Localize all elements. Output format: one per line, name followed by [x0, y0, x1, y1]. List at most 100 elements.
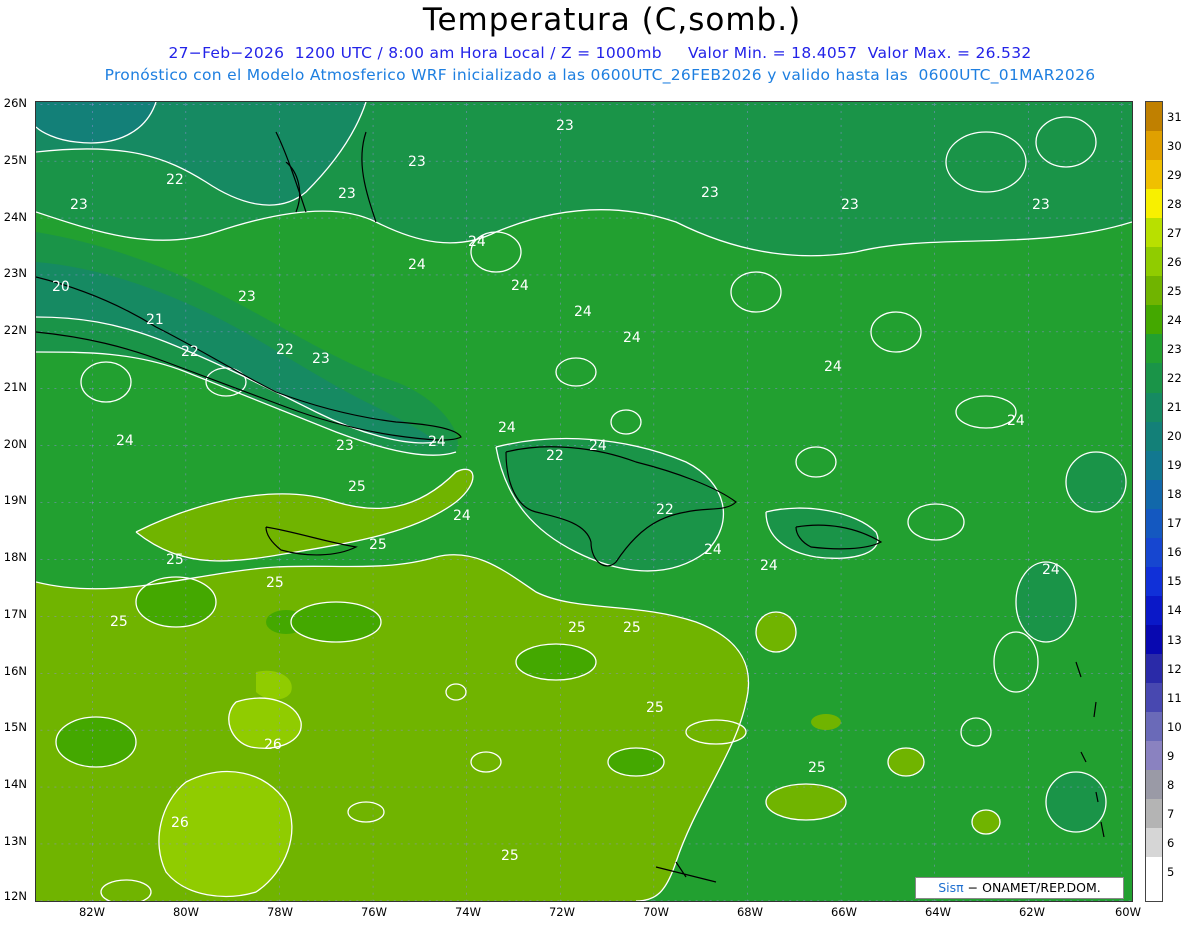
- lat-label: 23N: [3, 266, 27, 280]
- contour-label: 23: [312, 351, 330, 367]
- lon-label: 70W: [642, 905, 669, 919]
- contour-label: 25: [646, 700, 664, 716]
- colorbar-segment: [1146, 654, 1162, 684]
- colorbar-label: 27: [1167, 225, 1182, 240]
- contour-label: 23: [556, 118, 574, 134]
- colorbar-label: 10: [1167, 719, 1182, 734]
- lat-label: 25N: [3, 153, 27, 167]
- colorbar-label: 14: [1167, 603, 1182, 618]
- colorbar-label: 16: [1167, 545, 1182, 560]
- contour-label: 24: [511, 278, 529, 294]
- temperature-map[interactable]: 20 21 22 22 22 22 22 23 23 23 23 23 23 2…: [35, 101, 1133, 902]
- colorbar-label: 24: [1167, 312, 1182, 327]
- contour-label: 23: [841, 197, 859, 213]
- colorbar-label: 7: [1167, 806, 1175, 821]
- colorbar-label: 22: [1167, 371, 1182, 386]
- colorbar-segment: [1146, 305, 1162, 335]
- colorbar-label: 31: [1167, 109, 1182, 124]
- colorbar-segment: [1146, 102, 1162, 132]
- lon-label: 80W: [172, 905, 199, 919]
- valid-time-line: 27−Feb−2026 1200 UTC / 8:00 am Hora Loca…: [168, 44, 1032, 62]
- color-scale-bar: [1145, 101, 1163, 902]
- contour-label: 25: [348, 479, 366, 495]
- contour-label: 25: [568, 620, 586, 636]
- colorbar-label: 5: [1167, 864, 1175, 879]
- colorbar-segment: [1146, 131, 1162, 161]
- lat-label: 17N: [3, 607, 27, 621]
- lat-label: 12N: [3, 889, 27, 903]
- contour-label: 23: [1032, 197, 1050, 213]
- colorbar-segment: [1146, 770, 1162, 800]
- map-canvas: 20 21 22 22 22 22 22 23 23 23 23 23 23 2…: [36, 102, 1132, 901]
- colorbar-segment: [1146, 189, 1162, 219]
- colorbar-segment: [1146, 741, 1162, 771]
- contour-label: 22: [181, 344, 199, 360]
- colorbar-label: 18: [1167, 487, 1182, 502]
- contour-label: 23: [338, 186, 356, 202]
- colorbar-label: 8: [1167, 777, 1175, 792]
- colorbar-label: 20: [1167, 429, 1182, 444]
- contour-label: 24: [428, 434, 446, 450]
- colorbar-segment: [1146, 799, 1162, 829]
- colorbar-segment: [1146, 363, 1162, 394]
- colorbar-segment: [1146, 595, 1162, 626]
- contour-label: 24: [1042, 562, 1060, 578]
- lon-label: 60W: [1114, 905, 1141, 919]
- contour-label: 25: [110, 614, 128, 630]
- colorbar-label: 25: [1167, 283, 1182, 298]
- colorbar-segment: [1146, 450, 1162, 481]
- lon-label: 76W: [360, 905, 387, 919]
- colorbar-label: 6: [1167, 835, 1175, 850]
- colorbar-label: 11: [1167, 690, 1182, 705]
- forecast-info-line: Pronóstico con el Modelo Atmosferico WRF…: [104, 66, 1096, 84]
- contour-label: 24: [623, 330, 641, 346]
- lat-label: 19N: [3, 493, 27, 507]
- lon-label: 82W: [78, 905, 105, 919]
- colorbar-segment: [1146, 276, 1162, 306]
- colorbar-segment: [1146, 392, 1162, 423]
- colorbar-label: 17: [1167, 516, 1182, 531]
- colorbar-segment: [1146, 683, 1162, 713]
- lat-lon-grid: [36, 102, 1132, 901]
- contour-label: 24: [468, 234, 486, 250]
- colorbar-label: 13: [1167, 632, 1182, 647]
- colorbar-label: 23: [1167, 341, 1182, 356]
- sispi-logo: Sisπ: [938, 880, 964, 895]
- contour-label: 25: [369, 537, 387, 553]
- colorbar-segment: [1146, 624, 1162, 655]
- contour-label: 24: [760, 558, 778, 574]
- colorbar-label: 29: [1167, 167, 1182, 182]
- lat-label: 18N: [3, 550, 27, 564]
- contour-label: 24: [498, 420, 516, 436]
- colorbar-label: 15: [1167, 574, 1182, 589]
- colorbar-segment: [1146, 712, 1162, 742]
- credit-box: Sisπ − ONAMET/REP.DOM.: [915, 877, 1124, 899]
- contour-label: 25: [266, 575, 284, 591]
- contour-label: 25: [501, 848, 519, 864]
- credit-text: − ONAMET/REP.DOM.: [967, 880, 1101, 895]
- contour-label: 22: [546, 448, 564, 464]
- colorbar-label: 26: [1167, 254, 1182, 269]
- lon-label: 62W: [1018, 905, 1045, 919]
- colorbar-label: 9: [1167, 748, 1175, 763]
- lat-label: 13N: [3, 834, 27, 848]
- colorbar-segment: [1146, 160, 1162, 190]
- lat-label: 16N: [3, 664, 27, 678]
- contour-label: 26: [171, 815, 189, 831]
- contour-label: 24: [704, 542, 722, 558]
- contour-label: 24: [589, 438, 607, 454]
- lat-label: 22N: [3, 323, 27, 337]
- lat-label: 21N: [3, 380, 27, 394]
- contour-label: 25: [166, 552, 184, 568]
- lon-label: 68W: [736, 905, 763, 919]
- contour-label: 24: [453, 508, 471, 524]
- map-title: Temperatura (C,somb.): [422, 2, 802, 38]
- contour-label: 22: [166, 172, 184, 188]
- lat-label: 14N: [3, 777, 27, 791]
- colorbar-segment: [1146, 218, 1162, 248]
- contour-label: 24: [408, 257, 426, 273]
- lat-label: 15N: [3, 720, 27, 734]
- contour-label: 25: [808, 760, 826, 776]
- colorbar-label: 12: [1167, 661, 1182, 676]
- lon-label: 78W: [266, 905, 293, 919]
